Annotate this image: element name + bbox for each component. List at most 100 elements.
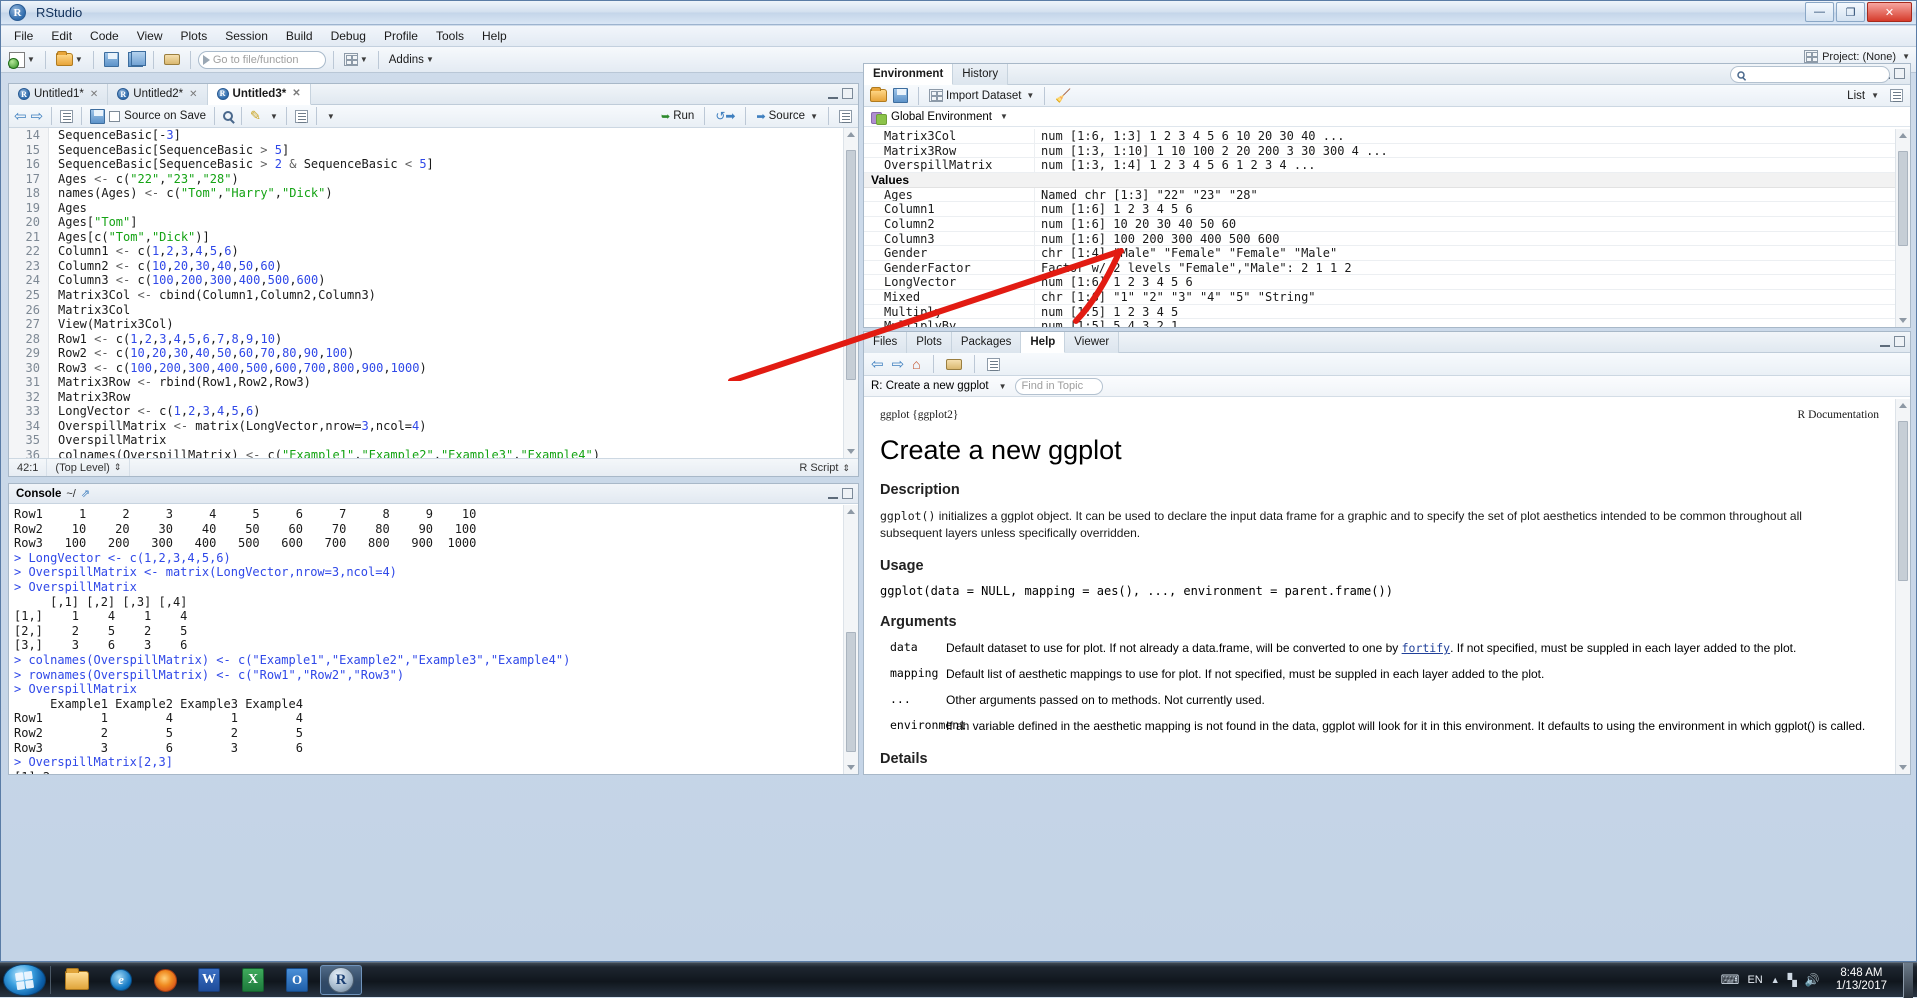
compile-report-icon[interactable] xyxy=(294,109,308,123)
save-icon[interactable] xyxy=(90,108,106,124)
open-in-window-icon[interactable]: ⇗ xyxy=(81,487,90,500)
keyboard-icon[interactable]: ⌨ xyxy=(1721,972,1740,988)
menu-code[interactable]: Code xyxy=(81,27,128,45)
tab-untitled2[interactable]: R Untitled2* ✕ xyxy=(108,83,208,105)
menu-tools[interactable]: Tools xyxy=(427,27,473,45)
environment-scope-label[interactable]: Global Environment xyxy=(891,111,992,123)
refresh-icon[interactable] xyxy=(1890,89,1903,102)
taskbar-excel-button[interactable]: X xyxy=(232,965,274,995)
scroll-up-icon[interactable] xyxy=(847,132,855,137)
minimize-pane-button[interactable] xyxy=(828,95,838,99)
source-scrollbar[interactable] xyxy=(843,128,858,458)
code-line[interactable]: 36 colnames(OverspillMatrix) <- c("Exampl… xyxy=(9,448,858,458)
new-file-button[interactable]: ▼ xyxy=(6,49,38,70)
home-icon[interactable]: ⌂ xyxy=(912,356,920,372)
back-icon[interactable]: ⇦ xyxy=(14,107,27,125)
taskbar-outlook-button[interactable]: O xyxy=(276,965,318,995)
menu-debug[interactable]: Debug xyxy=(322,27,375,45)
tab-viewer[interactable]: Viewer xyxy=(1065,331,1120,353)
menu-help[interactable]: Help xyxy=(473,27,516,45)
code-line[interactable]: 29 Row2 <- c(10,20,30,40,50,60,70,80,90,1… xyxy=(9,346,858,361)
scrollbar-thumb[interactable] xyxy=(846,150,856,380)
scrollbar-thumb[interactable] xyxy=(846,632,856,752)
scroll-down-icon[interactable] xyxy=(847,449,855,454)
outline-icon[interactable] xyxy=(839,109,852,123)
menu-session[interactable]: Session xyxy=(216,27,277,45)
console-output[interactable]: Row1 1 2 3 4 5 6 7 8 9 10 Row2 10 20 30 4… xyxy=(9,505,858,774)
tab-environment[interactable]: Environment xyxy=(864,63,954,85)
console-scrollbar[interactable] xyxy=(843,505,858,774)
network-icon[interactable]: ▚ xyxy=(1788,973,1797,987)
print-button[interactable] xyxy=(161,49,183,70)
language-indicator[interactable]: EN xyxy=(1747,974,1762,986)
minimize-pane-button[interactable] xyxy=(828,495,838,499)
taskbar-firefox-button[interactable] xyxy=(144,965,186,995)
chevron-down-icon[interactable]: ▼ xyxy=(1000,112,1008,121)
clear-workspace-icon[interactable]: 🧹 xyxy=(1055,88,1071,103)
code-line[interactable]: 16 SequenceBasic[SequenceBasic > 2 & Sequ… xyxy=(9,157,858,172)
code-line[interactable]: 22 Column1 <- c(1,2,3,4,5,6) xyxy=(9,244,858,259)
maximize-pane-button[interactable] xyxy=(1894,336,1905,347)
close-icon[interactable]: ✕ xyxy=(292,88,300,99)
tab-files[interactable]: Files xyxy=(864,331,908,353)
maximize-pane-button[interactable] xyxy=(842,488,853,499)
import-dataset-button[interactable]: Import Dataset ▼ xyxy=(929,89,1034,102)
show-hidden-icons-icon[interactable]: ▲ xyxy=(1771,975,1780,985)
environment-row[interactable]: Multiply num [1:5] 1 2 3 4 5 xyxy=(864,304,1895,320)
show-in-new-window-icon[interactable] xyxy=(60,109,74,123)
load-workspace-icon[interactable] xyxy=(870,87,887,102)
close-icon[interactable]: ✕ xyxy=(90,89,98,100)
list-view-selector[interactable]: List ▼ xyxy=(1847,89,1903,102)
code-scope-selector[interactable]: (Top Level) ⇕ xyxy=(47,459,131,476)
code-line[interactable]: 15 SequenceBasic[SequenceBasic > 5] xyxy=(9,142,858,158)
environment-row[interactable]: OverspillMatrix num [1:3, 1:4] 1 2 3 4 5 … xyxy=(864,158,1895,173)
show-desktop-button[interactable] xyxy=(1903,962,1913,998)
tab-packages[interactable]: Packages xyxy=(951,331,1022,353)
close-icon[interactable]: ✕ xyxy=(189,89,197,100)
code-tools-icon[interactable]: ✎ xyxy=(250,109,264,123)
source-code-area[interactable]: 14 SequenceBasic[-3] 15 SequenceBasic[Seque… xyxy=(9,128,858,458)
tab-untitled1[interactable]: R Untitled1* ✕ xyxy=(9,83,109,105)
environment-object-list[interactable]: Matrix3Col num [1:6, 1:3] 1 2 3 4 5 6 10 … xyxy=(864,129,1895,327)
scroll-down-icon[interactable] xyxy=(1899,318,1907,323)
scroll-down-icon[interactable] xyxy=(1899,765,1907,770)
environment-row[interactable]: Column2 num [1:6] 10 20 30 40 50 60 xyxy=(864,216,1895,232)
environment-search-input[interactable] xyxy=(1730,66,1890,83)
code-line[interactable]: 20 Ages["Tom"] xyxy=(9,215,858,230)
file-type-selector[interactable]: R Script ⇕ xyxy=(799,462,858,474)
help-link-fortify[interactable]: fortify xyxy=(1402,641,1450,655)
scrollbar-thumb[interactable] xyxy=(1898,151,1908,246)
help-topic-label[interactable]: R: Create a new ggplot xyxy=(871,380,989,392)
project-selector[interactable]: Project: (None) ▼ xyxy=(1804,50,1910,63)
run-button[interactable]: ➥ Run xyxy=(661,110,694,123)
environment-row[interactable]: Column3 num [1:6] 100 200 300 400 500 600 xyxy=(864,231,1895,247)
volume-icon[interactable]: 🔊 xyxy=(1805,973,1820,987)
tab-plots[interactable]: Plots xyxy=(907,331,952,353)
workspace-panes-button[interactable]: ▼ xyxy=(341,49,371,70)
forward-icon[interactable]: ⇨ xyxy=(892,355,905,373)
taskbar-word-button[interactable]: W xyxy=(188,965,230,995)
code-line[interactable]: 31 Matrix3Row <- rbind(Row1,Row2,Row3) xyxy=(9,375,858,390)
code-line[interactable]: 30 Row3 <- c(100,200,300,400,500,600,700,… xyxy=(9,360,858,376)
goto-file-function-input[interactable]: Go to file/function xyxy=(197,50,326,69)
chevron-down-icon[interactable]: ▼ xyxy=(999,382,1007,391)
taskbar-explorer-button[interactable] xyxy=(56,965,98,995)
code-line[interactable]: 33 LongVector <- c(1,2,3,4,5,6) xyxy=(9,404,858,419)
taskbar-ie-button[interactable]: e xyxy=(100,965,142,995)
show-in-new-window-icon[interactable] xyxy=(986,357,1000,371)
forward-icon[interactable]: ⇨ xyxy=(31,107,44,125)
menu-edit[interactable]: Edit xyxy=(42,27,81,45)
environment-scrollbar[interactable] xyxy=(1895,129,1910,327)
tab-history[interactable]: History xyxy=(953,63,1009,85)
code-line[interactable]: 27 View(Matrix3Col) xyxy=(9,317,858,332)
code-line[interactable]: 19 Ages xyxy=(9,200,858,216)
menu-plots[interactable]: Plots xyxy=(172,27,217,45)
code-line[interactable]: 26 Matrix3Col xyxy=(9,302,858,318)
environment-row[interactable]: Ages Named chr [1:3] "22" "23" "28" xyxy=(864,187,1895,203)
code-line[interactable]: 14 SequenceBasic[-3] xyxy=(9,128,858,143)
menu-view[interactable]: View xyxy=(128,27,172,45)
environment-row[interactable]: GenderFactor Factor w/ 2 levels "Female",… xyxy=(864,260,1895,276)
environment-row[interactable]: Mixed chr [1:6] "1" "2" "3" "4" "5" "Stri… xyxy=(864,289,1895,305)
rerun-icon[interactable]: ↺➡ xyxy=(715,109,735,123)
tab-untitled3[interactable]: R Untitled3* ✕ xyxy=(207,83,311,105)
